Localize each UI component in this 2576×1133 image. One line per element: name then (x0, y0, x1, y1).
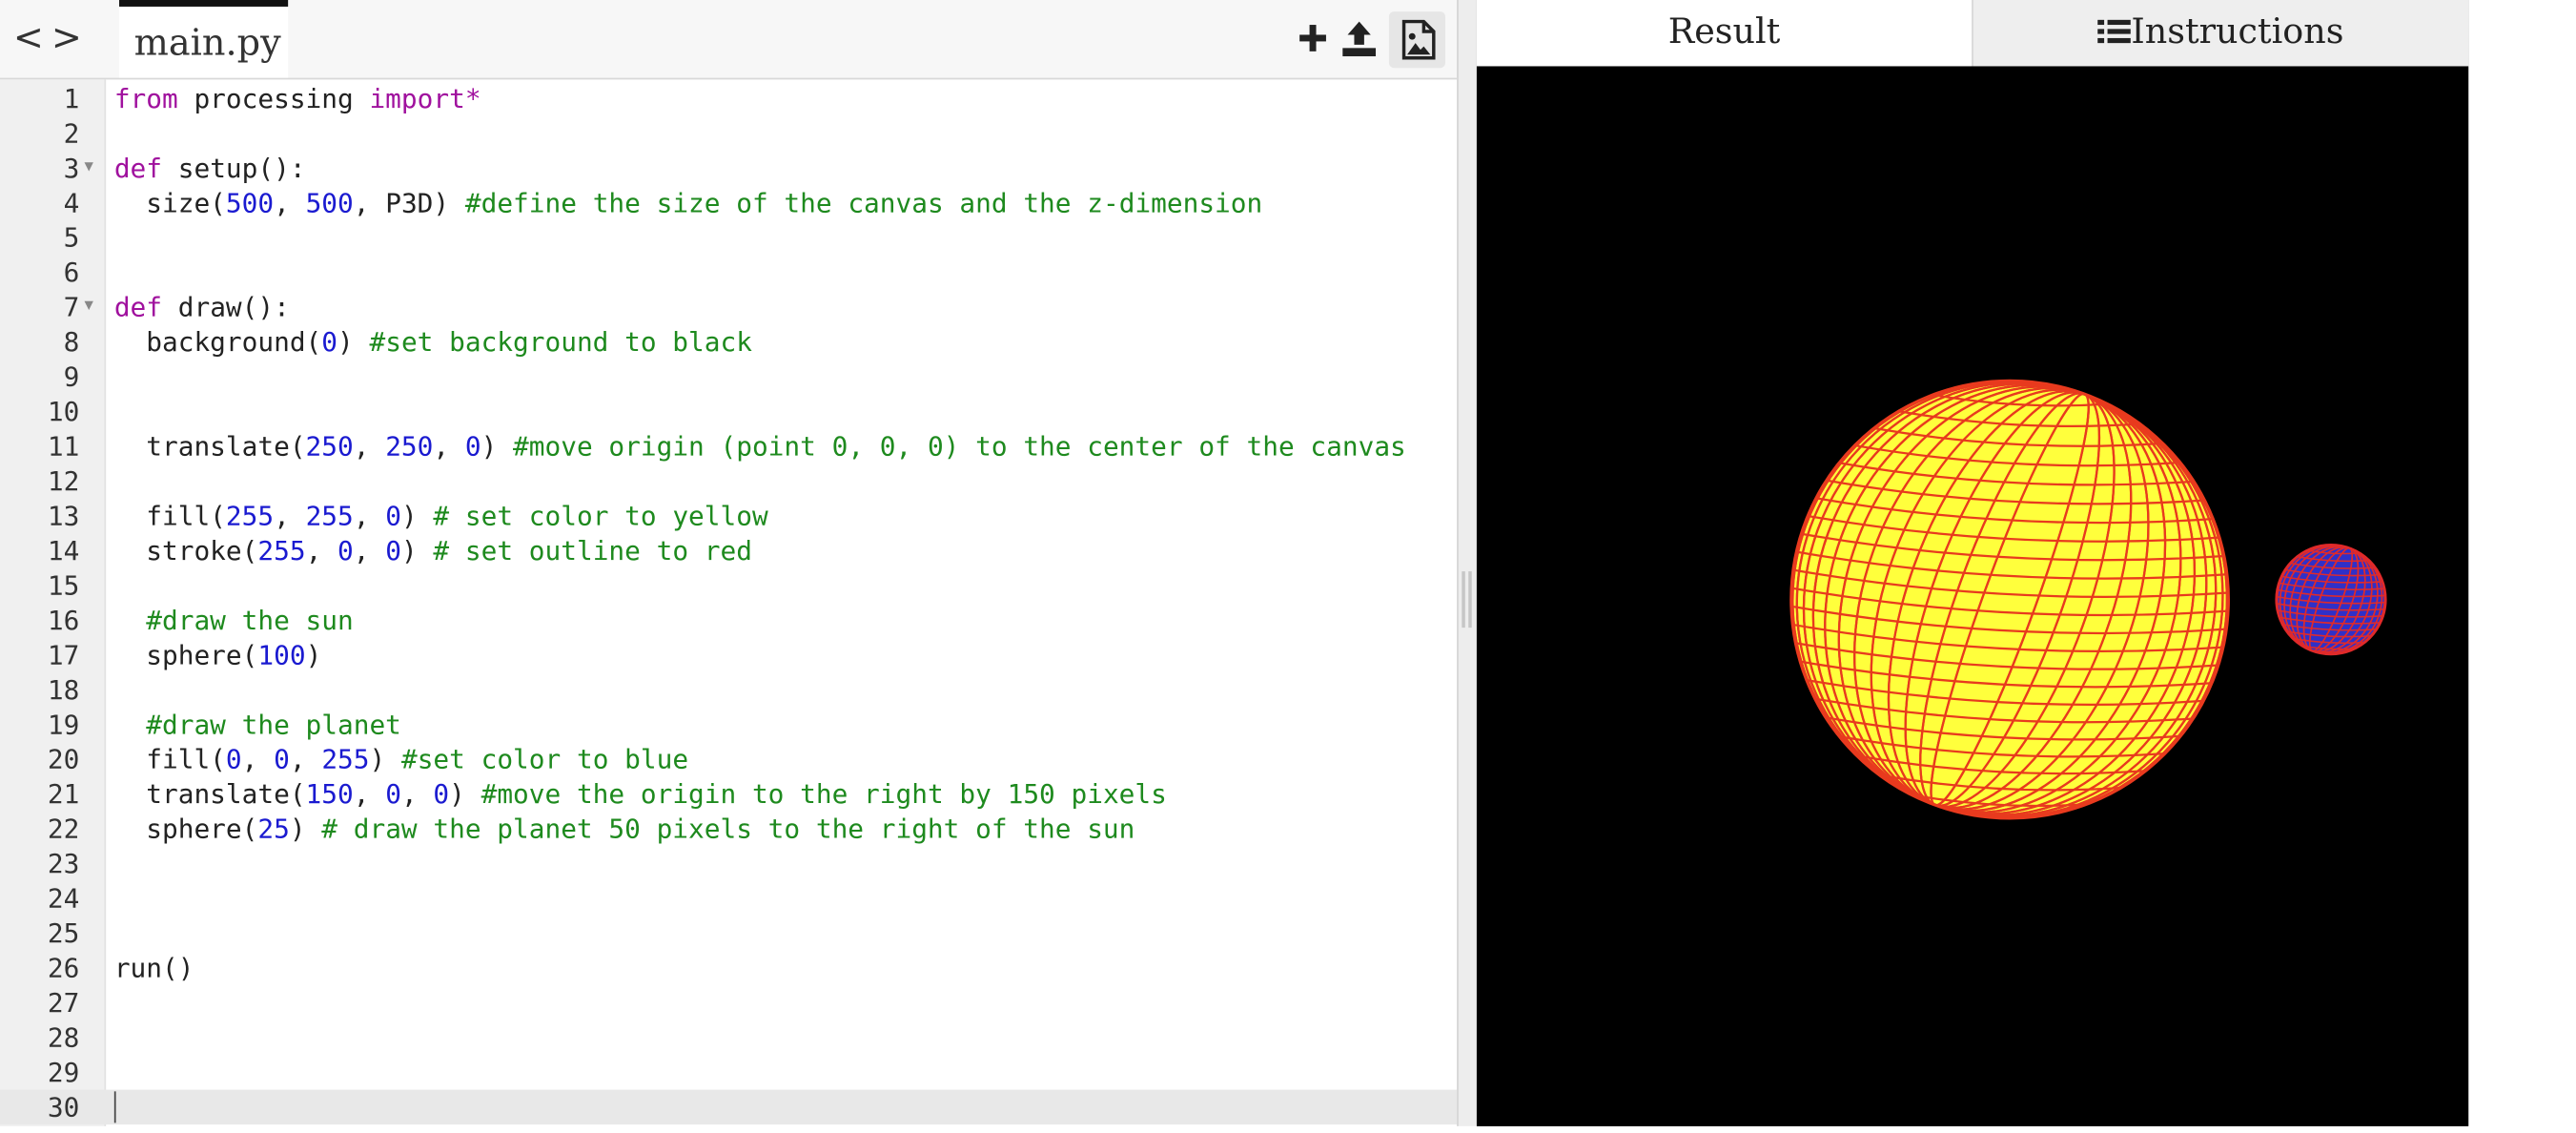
code-editor[interactable]: 1 from processing import* 2 3 ▼ def setup(): 4… (0, 79, 1458, 1125)
tab-instructions-label: Instructions (2131, 11, 2344, 52)
code-line[interactable]: 1 from processing import* (0, 81, 1457, 115)
code-line[interactable]: 15 (0, 568, 1457, 603)
code-line[interactable]: 6 (0, 255, 1457, 289)
code-text: background(0) #set background to black (113, 326, 752, 359)
code-line[interactable]: 3 ▼ def setup(): (0, 151, 1457, 185)
line-number: 30 (47, 1091, 80, 1123)
code-line[interactable]: 25 (0, 916, 1457, 950)
code-text: fill(255, 255, 0) # set color to yellow (113, 500, 768, 532)
code-text: run() (113, 952, 194, 984)
line-number: 6 (63, 257, 80, 289)
line-number: 5 (63, 221, 80, 254)
editor-pane: < > main.py 1 from processing import* 2 3 ▼ d… (0, 0, 1461, 1126)
code-line[interactable]: 18 (0, 672, 1457, 707)
line-number: 27 (47, 986, 80, 1019)
line-number: 1 (63, 82, 80, 114)
code-line[interactable]: 2 (0, 116, 1457, 151)
code-line[interactable]: 30 (0, 1089, 1458, 1125)
line-number: 3 (63, 152, 80, 184)
line-number: 24 (47, 882, 80, 915)
code-line[interactable]: 24 (0, 881, 1457, 916)
app-window: < > main.py 1 from processing import* 2 3 ▼ d… (0, 0, 2576, 1126)
file-tab-main[interactable]: main.py (119, 0, 289, 78)
line-number: 17 (47, 639, 80, 671)
code-line[interactable]: 14 stroke(255, 0, 0) # set outline to re… (0, 533, 1457, 567)
code-text: translate(250, 250, 0) #move origin (poi… (113, 430, 1406, 463)
pane-splitter[interactable] (1457, 0, 1479, 1126)
line-number: 29 (47, 1056, 80, 1088)
code-line[interactable]: 19 #draw the planet (0, 707, 1457, 741)
code-line[interactable]: 28 (0, 1020, 1457, 1055)
code-text: translate(150, 0, 0) #move the origin to… (113, 778, 1167, 811)
line-number: 21 (47, 778, 80, 811)
code-text: sphere(100) (113, 639, 322, 671)
code-line[interactable]: 23 (0, 846, 1457, 880)
code-line[interactable]: 13 fill(255, 255, 0) # set color to yell… (0, 499, 1457, 533)
image-icon[interactable] (1388, 11, 1445, 69)
code-line[interactable]: 5 (0, 220, 1457, 255)
code-text: #draw the planet (146, 709, 401, 741)
code-line[interactable]: 29 (0, 1055, 1457, 1089)
code-line[interactable]: 27 (0, 985, 1457, 1020)
line-number: 11 (47, 430, 80, 463)
fold-arrow-icon[interactable]: ▼ (85, 151, 93, 185)
line-number: 22 (47, 813, 80, 845)
line-number: 19 (47, 709, 80, 741)
file-tab-label: main.py (133, 23, 281, 65)
code-text: sphere(25) # draw the planet 50 pixels t… (113, 813, 1135, 845)
sketch-render (1476, 66, 2469, 1126)
code-line[interactable]: 7 ▼ def draw(): (0, 290, 1457, 324)
output-tabs: Result Instructions (1476, 0, 2469, 67)
code-line[interactable]: 11 translate(250, 250, 0) #move origin (… (0, 429, 1457, 464)
line-number: 8 (63, 326, 80, 359)
code-line[interactable]: 22 sphere(25) # draw the planet 50 pixel… (0, 812, 1457, 846)
code-line[interactable]: 21 translate(150, 0, 0) #move the origin… (0, 776, 1457, 811)
forward-arrow-icon[interactable]: > (51, 21, 82, 58)
code-text: def draw(): (113, 291, 290, 323)
code-line[interactable]: 4 size(500, 500, P3D) #define the size o… (0, 185, 1457, 219)
line-number: 28 (47, 1021, 80, 1054)
back-arrow-icon[interactable]: < (13, 21, 44, 58)
code-line[interactable]: 12 (0, 464, 1457, 498)
line-number: 2 (63, 117, 80, 150)
line-number: 26 (47, 952, 80, 984)
line-number: 20 (47, 743, 80, 775)
list-icon (2097, 3, 2132, 66)
code-line[interactable]: 17 sphere(100) (0, 638, 1457, 672)
line-number: 16 (47, 604, 80, 636)
tab-instructions[interactable]: Instructions (1972, 0, 2469, 67)
code-text: def setup(): (113, 152, 306, 184)
tab-result[interactable]: Result (1476, 0, 1973, 67)
plus-icon[interactable] (1295, 16, 1338, 59)
code-text: size(500, 500, P3D) #define the size of … (113, 187, 1263, 219)
line-number: 13 (47, 500, 80, 532)
code-line[interactable]: 26 run() (0, 951, 1457, 985)
line-number: 7 (63, 291, 80, 323)
line-number: 9 (63, 360, 80, 393)
line-number: 15 (47, 569, 80, 602)
text-caret (113, 1091, 116, 1123)
code-text: stroke(255, 0, 0) # set outline to red (113, 534, 752, 566)
line-number: 25 (47, 917, 80, 950)
line-number: 4 (63, 187, 80, 219)
code-line[interactable]: 10 (0, 394, 1457, 428)
upload-icon[interactable] (1339, 16, 1382, 59)
line-number: 14 (47, 534, 80, 566)
sketch-canvas (1476, 66, 2469, 1126)
line-number: 10 (47, 396, 80, 428)
tab-result-label: Result (1667, 11, 1781, 52)
splitter-grip-icon[interactable] (1462, 571, 1472, 628)
line-number: 18 (47, 673, 80, 706)
code-text: from processing import* (113, 82, 481, 114)
code-line[interactable]: 20 fill(0, 0, 255) #set color to blue (0, 742, 1457, 776)
editor-toolbar: < > main.py (0, 0, 1461, 80)
code-line[interactable]: 8 background(0) #set background to black (0, 324, 1457, 359)
code-text: #draw the sun (146, 604, 354, 636)
line-number: 23 (47, 848, 80, 880)
fold-arrow-icon[interactable]: ▼ (85, 290, 93, 324)
code-line[interactable]: 16 #draw the sun (0, 603, 1457, 637)
code-line[interactable]: 9 (0, 360, 1457, 394)
code-text: fill(0, 0, 255) #set color to blue (113, 743, 689, 775)
line-number: 12 (47, 464, 80, 497)
